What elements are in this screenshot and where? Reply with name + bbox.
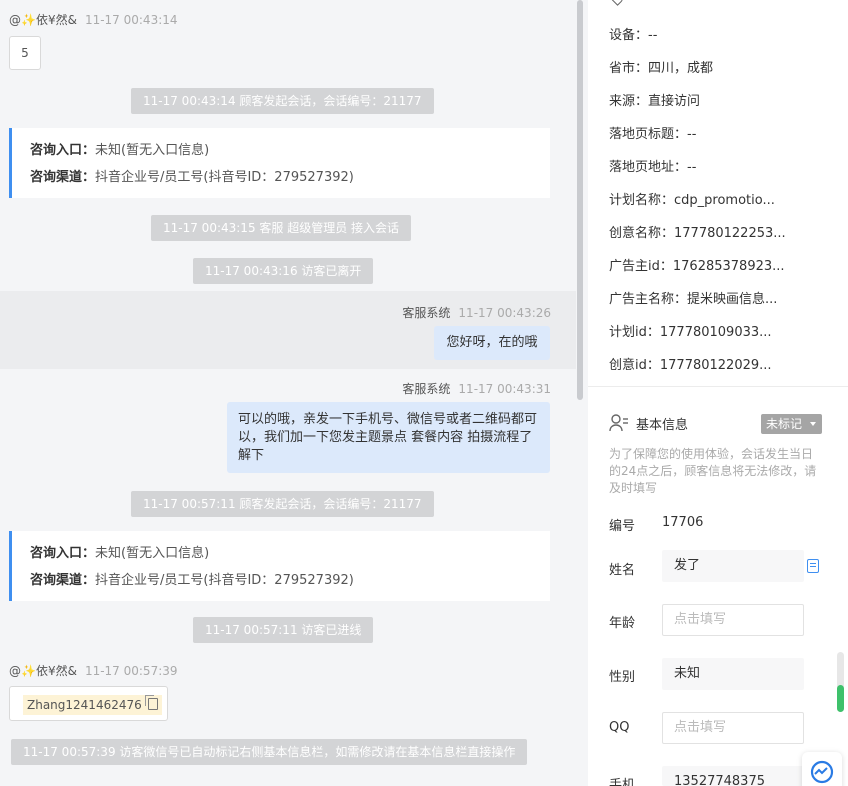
visitor-name: @✨依¥然& [9,664,77,678]
info-label: 落地页标题： [609,127,688,142]
info-row: 创意名称：177780122253... [609,222,786,241]
info-value: 四川，成都 [648,61,714,76]
message-time: 11-17 00:43:31 [458,382,551,396]
info-row: 广告主id：176285378923... [609,255,785,274]
name-label: 姓名 [609,563,636,578]
message-time: 11-17 00:43:14 [84,13,178,27]
agent-meta: 客服系统 11-17 00:43:26 [402,304,551,321]
edit-icon[interactable] [807,559,819,573]
tag-dropdown-label: 未标记 [766,417,803,431]
agent-meta: 客服系统 11-17 00:43:31 [402,380,551,397]
entry-label: 咨询入口： [30,546,96,561]
info-value: 177780122029... [659,358,772,373]
message-time: 11-17 00:43:26 [458,306,551,320]
info-row: 创意id：177780122029... [609,354,772,373]
divider [588,386,848,387]
tag-dropdown[interactable]: 未标记 [761,414,822,434]
channel-value: 抖音企业号/员工号(抖音号ID：279527392) [95,170,354,185]
entry-label: 咨询入口： [30,143,96,158]
chat-panel: @✨依¥然& 11-17 00:43:14 5 11-17 00:43:14 顾客… [0,0,576,786]
entry-info-card: 咨询入口：未知(暂无入口信息) 咨询渠道：抖音企业号/员工号(抖音号ID：279… [9,531,550,601]
system-message: 11-17 00:43:16 访客已离开 [193,258,374,284]
visitor-meta: @✨依¥然& 11-17 00:43:14 [9,11,178,28]
info-value: 直接访问 [648,94,701,109]
agent-name: 客服系统 [402,306,451,320]
info-value: -- [687,160,697,175]
info-row: 计划id：177780109033... [609,321,772,340]
visitor-info-panel: 设备：-- 省市：四川，成都 来源：直接访问 落地页标题：-- 落地页地址：-- 计划名称… [588,0,848,786]
message-time: 11-17 00:57:39 [84,664,178,678]
info-label: 广告主名称： [609,292,688,307]
entry-info-card: 咨询入口：未知(暂无入口信息) 咨询渠道：抖音企业号/员工号(抖音号ID：279… [9,128,550,198]
info-row: 落地页地址：-- [609,156,696,175]
channel-value: 抖音企业号/员工号(抖音号ID：279527392) [95,573,354,588]
system-message: 11-17 00:57:11 访客已进线 [193,617,374,643]
info-value: -- [648,28,658,43]
system-message: 11-17 00:43:15 客服 超级管理员 接入会话 [151,215,412,241]
visitor-name: @✨依¥然& [9,13,77,27]
entry-value: 未知(暂无入口信息) [95,546,210,561]
info-row: 省市：四川，成都 [609,57,713,76]
visitor-message: 5 [9,36,41,70]
name-field[interactable]: 发了 [662,550,804,582]
phone-label: 手机 [609,778,636,786]
id-label: 编号 [609,519,636,534]
info-value: 176285378923... [672,259,785,274]
info-label: 省市： [609,61,649,76]
info-label: 设备： [609,28,649,43]
wechat-id: Zhang1241462476 [27,698,142,712]
chevron-down-icon [810,422,816,426]
assistant-button[interactable] [802,752,842,786]
age-field[interactable]: 点击填写 [662,604,804,636]
edit-notice: 为了保障您的使用体验，会话发生当日的24点之后，顾客信息将无法修改，请及时填写 [609,447,817,495]
agent-message: 您好呀，在的哦 [434,326,550,360]
qq-field[interactable]: 点击填写 [662,712,804,744]
info-row: 计划名称：cdp_promotio... [609,189,775,208]
channel-label: 咨询渠道： [30,170,96,185]
phone-field[interactable]: 13527748375 [662,766,804,786]
assistant-icon [810,760,834,784]
id-value: 17706 [662,515,704,530]
info-label: 来源： [609,94,649,109]
panel-scrollbar-thumb[interactable] [837,685,844,712]
gender-label: 性别 [609,670,636,685]
info-label: 计划id： [609,325,660,340]
user-icon [609,414,628,432]
info-label: 计划名称： [609,193,675,208]
info-value: 177780122253... [674,226,786,241]
agent-message: 可以的哦，亲发一下手机号、微信号或者二维码都可以，我们加一下您发主题景点 套餐内… [227,402,550,473]
info-label: 创意名称： [609,226,675,241]
qq-label: QQ [609,720,630,735]
age-label: 年龄 [609,616,636,631]
system-message: 11-17 00:57:11 顾客发起会话，会话编号：21177 [131,491,434,517]
info-value: 177780109033... [659,325,772,340]
info-value: cdp_promotio... [674,193,775,208]
system-message: 11-17 00:43:14 顾客发起会话，会话编号：21177 [131,88,434,114]
wechat-id-tag[interactable]: Zhang1241462476 [23,695,162,715]
info-label: 落地页地址： [609,160,688,175]
channel-label: 咨询渠道： [30,573,96,588]
info-label: 创意id： [609,358,660,373]
info-value: 提米映画信息... [687,292,778,307]
info-value: -- [687,127,697,142]
visitor-meta: @✨依¥然& 11-17 00:57:39 [9,662,178,679]
gender-field[interactable]: 未知 [662,658,804,690]
visitor-message: Zhang1241462476 [9,686,168,721]
info-row: 设备：-- [609,24,657,43]
location-icon [607,0,626,6]
info-row: 广告主名称：提米映画信息... [609,288,777,307]
info-row: 落地页标题：-- [609,123,696,142]
info-row: 来源：直接访问 [609,90,700,109]
system-message: 11-17 00:57:39 访客微信号已自动标记右侧基本信息栏，如需修改请在基… [11,739,528,765]
agent-name: 客服系统 [402,382,451,396]
basic-info-title: 基本信息 [636,418,689,433]
entry-value: 未知(暂无入口信息) [95,143,210,158]
chat-scrollbar-thumb[interactable] [577,0,583,400]
copy-icon[interactable] [144,695,158,710]
info-label: 广告主id： [609,259,673,274]
